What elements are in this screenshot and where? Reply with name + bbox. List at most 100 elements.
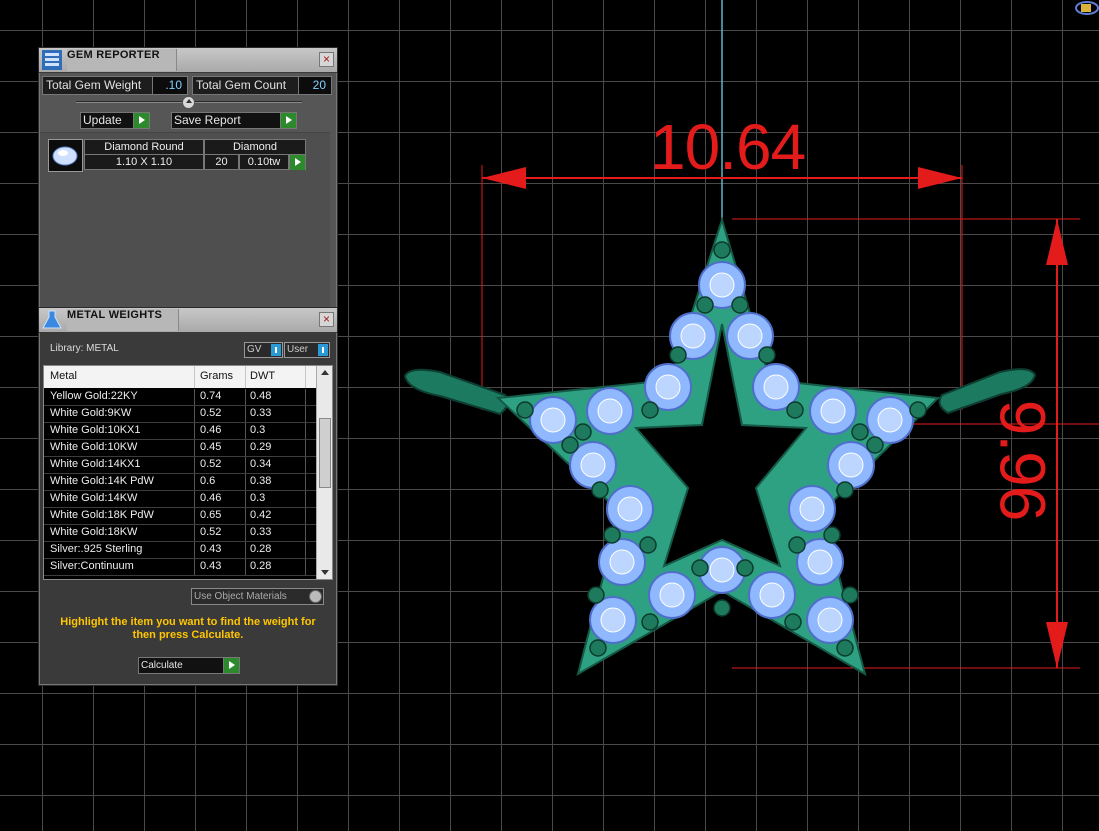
diamond-round-icon: [48, 139, 83, 172]
table-cell: 0.3: [250, 492, 266, 504]
gem-reporter-titlebar[interactable]: GEM REPORTER ×: [39, 48, 337, 73]
gem-weight: 0.10tw: [239, 154, 289, 170]
toggle-icon: [318, 344, 328, 356]
table-cell: 0.52: [200, 458, 222, 470]
table-cell: 0.34: [250, 458, 272, 470]
setting-bead: [641, 401, 659, 419]
vertical-scrollbar[interactable]: [316, 366, 332, 579]
table-cell: 0.33: [250, 526, 272, 538]
play-icon: [223, 658, 239, 673]
table-cell: 0.43: [200, 543, 222, 555]
setting-bead: [909, 401, 927, 419]
setting-bead: [669, 346, 687, 364]
diamond-gem: [827, 441, 875, 489]
setting-bead: [639, 536, 657, 554]
use-object-materials-option[interactable]: Use Object Materials: [191, 588, 324, 605]
table-row[interactable]: Silver:.925 Sterling 0.43 0.28: [44, 542, 316, 559]
table-row[interactable]: Silver:Continuum 0.43 0.28: [44, 559, 316, 576]
gem-reporter-icon: [42, 50, 62, 70]
library-label: Library: METAL: [50, 343, 119, 354]
table-cell: Silver:Continuum: [50, 560, 134, 572]
setting-bead: [713, 599, 731, 617]
gv-toggle[interactable]: GV: [244, 342, 283, 358]
setting-bead: [574, 423, 592, 441]
save-report-label: Save Report: [174, 113, 241, 127]
setting-bead: [736, 559, 754, 577]
close-icon[interactable]: ×: [319, 52, 334, 67]
total-gem-weight-value: .10: [152, 76, 188, 95]
table-row[interactable]: White Gold:18KW 0.52 0.33: [44, 525, 316, 542]
setting-bead: [786, 401, 804, 419]
table-cell: White Gold:10KX1: [50, 424, 141, 436]
table-cell: 0.29: [250, 441, 272, 453]
scroll-down-icon[interactable]: [321, 570, 329, 575]
setting-bead: [836, 481, 854, 499]
table-row[interactable]: White Gold:14K PdW 0.6 0.38: [44, 474, 316, 491]
table-cell: White Gold:14KW: [50, 492, 138, 504]
table-row[interactable]: White Gold:14KW 0.46 0.3: [44, 491, 316, 508]
update-label: Update: [83, 113, 122, 127]
setting-bead: [516, 401, 534, 419]
table-row[interactable]: White Gold:18K PdW 0.65 0.42: [44, 508, 316, 525]
setting-bead: [841, 586, 859, 604]
setting-bead: [758, 346, 776, 364]
gem-detail-button[interactable]: [289, 154, 306, 170]
total-gem-count-value: 20: [298, 76, 332, 95]
table-cell: 0.65: [200, 509, 222, 521]
scroll-thumb[interactable]: [319, 418, 331, 488]
setting-bead: [823, 526, 841, 544]
column-header[interactable]: DWT: [250, 370, 275, 382]
scroll-up-icon[interactable]: [321, 370, 329, 375]
gem-list-item[interactable]: Diamond Round 1.10 X 1.10 Diamond 20 0.1…: [48, 139, 306, 173]
table-cell: 0.28: [250, 543, 272, 555]
gem-material: Diamond: [204, 139, 306, 155]
diamond-gem: [606, 485, 654, 533]
diamond-gem: [748, 571, 796, 619]
table-cell: 0.28: [250, 560, 272, 572]
calculate-button[interactable]: Calculate: [138, 657, 240, 674]
gem-size: 1.10 X 1.10: [84, 154, 204, 170]
diamond-gem: [586, 387, 634, 435]
diamond-gem: [866, 396, 914, 444]
table-row[interactable]: Yellow Gold:22KY 0.74 0.48: [44, 389, 316, 406]
user-toggle[interactable]: User: [284, 342, 330, 358]
radio-icon[interactable]: [309, 590, 322, 603]
setting-bead: [784, 613, 802, 631]
table-row[interactable]: White Gold:14KX1 0.52 0.34: [44, 457, 316, 474]
close-icon[interactable]: ×: [319, 312, 334, 327]
table-cell: White Gold:18KW: [50, 526, 138, 538]
setting-bead: [731, 296, 749, 314]
table-row[interactable]: White Gold:10KX1 0.46 0.3: [44, 423, 316, 440]
table-cell: 0.33: [250, 407, 272, 419]
table-cell: 0.3: [250, 424, 266, 436]
table-row[interactable]: White Gold:10KW 0.45 0.29: [44, 440, 316, 457]
diamond-gem: [648, 571, 696, 619]
view-cube-icon[interactable]: [1073, 0, 1099, 16]
setting-bead: [851, 423, 869, 441]
setting-bead: [696, 296, 714, 314]
table-cell: 0.43: [200, 560, 222, 572]
table-header: Metal Grams DWT: [44, 366, 316, 388]
table-cell: White Gold:9KW: [50, 407, 132, 419]
save-report-button[interactable]: Save Report: [171, 112, 297, 129]
setting-bead: [866, 436, 884, 454]
metal-weights-table: Metal Grams DWT Yellow Gold:22KY 0.74 0.48…: [43, 365, 333, 580]
table-cell: 0.45: [200, 441, 222, 453]
setting-bead: [713, 241, 731, 259]
table-cell: White Gold:14KX1: [50, 458, 141, 470]
metal-weights-titlebar[interactable]: METAL WEIGHTS ×: [39, 308, 337, 333]
table-cell: White Gold:10KW: [50, 441, 138, 453]
update-button[interactable]: Update: [80, 112, 150, 129]
column-header[interactable]: Metal: [50, 370, 77, 382]
table-cell: White Gold:18K PdW: [50, 509, 154, 521]
use-object-materials-label: Use Object Materials: [194, 591, 287, 602]
table-cell: 0.46: [200, 424, 222, 436]
diamond-gem: [589, 596, 637, 644]
column-header[interactable]: Grams: [200, 370, 233, 382]
gem-shape: Diamond Round: [84, 139, 204, 155]
table-cell: White Gold:14K PdW: [50, 475, 154, 487]
report-slider-knob[interactable]: [182, 96, 195, 109]
table-row[interactable]: White Gold:9KW 0.52 0.33: [44, 406, 316, 423]
setting-bead: [836, 639, 854, 657]
setting-bead: [589, 639, 607, 657]
